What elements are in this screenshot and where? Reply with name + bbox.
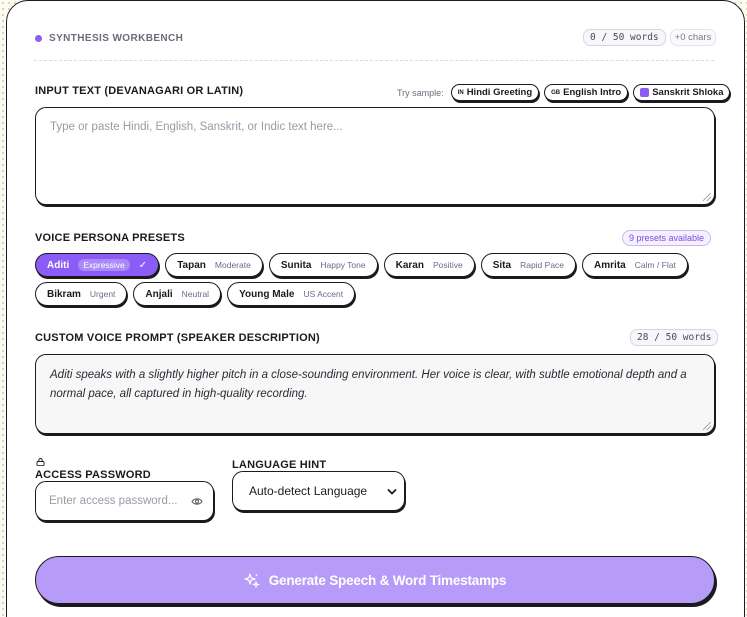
- preset-tone: Urgent: [89, 289, 116, 299]
- preset-name: Tapan: [177, 259, 206, 271]
- preset-tone: Happy Tone: [320, 260, 366, 270]
- preset-name: Young Male: [239, 288, 295, 300]
- generate-label: Generate Speech & Word Timestamps: [268, 572, 507, 588]
- sample-sanskrit-shloka-button[interactable]: Sanskrit Shloka: [633, 84, 731, 101]
- workbench-card: SYNTHESIS WORKBENCH 0 / 50 words +0 char…: [6, 0, 745, 617]
- preset-chip-bikram[interactable]: Bikram Urgent: [35, 282, 128, 306]
- preset-tone: Neutral: [181, 289, 210, 299]
- sample-hindi-greeting-button[interactable]: IN Hindi Greeting: [450, 84, 540, 101]
- preset-name: Anjali: [145, 288, 173, 300]
- preset-chip-tapan[interactable]: Tapan Moderate: [165, 253, 263, 277]
- password-input[interactable]: [49, 495, 179, 507]
- preset-name: Sunita: [280, 259, 312, 271]
- preset-name: Karan: [395, 259, 424, 271]
- resize-handle-icon[interactable]: [703, 193, 711, 201]
- sample-english-intro-button[interactable]: GB English Intro: [544, 84, 629, 101]
- password-label: ACCESS PASSWORD: [35, 469, 151, 481]
- preset-chip-aditi[interactable]: Aditi Expressive ✓: [35, 253, 160, 277]
- preset-chip-anjali[interactable]: Anjali Neutral: [133, 282, 222, 306]
- preset-tone: US Accent: [303, 289, 344, 299]
- char-count-badge: +0 chars: [669, 29, 717, 46]
- header-counter: 0 / 50 words +0 chars: [583, 29, 717, 46]
- sample-label: Sanskrit Shloka: [652, 87, 724, 98]
- preset-name: Bikram: [47, 288, 81, 300]
- square-icon: [640, 88, 650, 97]
- preset-chip-amrita[interactable]: Amrita Calm / Flat: [582, 253, 688, 277]
- voice-prompt-textarea[interactable]: Aditi speaks with a slightly higher pitc…: [35, 354, 715, 434]
- voice-prompt-value: Aditi speaks with a slightly higher pitc…: [50, 369, 687, 400]
- presets-label: VOICE PERSONA PRESETS: [35, 232, 185, 244]
- input-label: INPUT TEXT (DEVANAGARI OR LATIN): [35, 85, 244, 97]
- preset-name: Aditi: [47, 259, 70, 271]
- india-flag-icon: IN: [457, 89, 464, 96]
- brand-title: SYNTHESIS WORKBENCH: [49, 33, 184, 44]
- preset-tone: Rapid Pace: [520, 260, 565, 270]
- presets-count-badge: 9 presets available: [622, 230, 712, 246]
- preset-list: Aditi Expressive ✓ Tapan Moderate Sunita…: [35, 253, 725, 306]
- status-dot-icon: [35, 35, 42, 42]
- sample-picker: Try sample: IN Hindi Greeting GB English…: [397, 84, 731, 101]
- preset-chip-sunita[interactable]: Sunita Happy Tone: [268, 253, 378, 277]
- prompt-label: CUSTOM VOICE PROMPT (SPEAKER DESCRIPTION…: [35, 332, 320, 344]
- preset-chip-sita[interactable]: Sita Rapid Pace: [480, 253, 577, 277]
- sparkle-icon: [244, 573, 260, 588]
- eye-icon[interactable]: [191, 497, 203, 506]
- resize-handle-icon[interactable]: [703, 422, 711, 430]
- preset-name: Amrita: [594, 259, 626, 271]
- language-select[interactable]: Auto-detect Language: [232, 471, 405, 511]
- password-field[interactable]: [35, 481, 214, 521]
- preset-tone: Calm / Flat: [634, 260, 676, 270]
- try-sample-label: Try sample:: [397, 87, 444, 98]
- lock-icon: [36, 458, 45, 466]
- input-placeholder: Type or paste Hindi, English, Sanskrit, …: [50, 121, 343, 133]
- preset-tone: Moderate: [214, 260, 251, 270]
- sample-label: English Intro: [563, 87, 622, 98]
- check-icon: ✓: [138, 259, 148, 271]
- generate-button[interactable]: Generate Speech & Word Timestamps: [35, 556, 715, 604]
- word-count-badge: 0 / 50 words: [583, 29, 666, 46]
- chevron-down-icon: [387, 488, 397, 495]
- preset-name: Sita: [492, 259, 512, 271]
- preset-tone: Expressive: [78, 259, 130, 271]
- language-selected-value: Auto-detect Language: [249, 484, 368, 498]
- preset-chip-karan[interactable]: Karan Positive: [383, 253, 475, 277]
- language-label: LANGUAGE HINT: [232, 459, 327, 471]
- brand: SYNTHESIS WORKBENCH: [35, 33, 183, 44]
- preset-tone: Positive: [432, 260, 463, 270]
- preset-chip-young-male[interactable]: Young Male US Accent: [227, 282, 356, 306]
- prompt-word-count-badge: 28 / 50 words: [630, 329, 719, 346]
- sample-label: Hindi Greeting: [466, 87, 533, 98]
- input-text-area[interactable]: Type or paste Hindi, English, Sanskrit, …: [35, 107, 715, 205]
- uk-flag-icon: GB: [551, 89, 561, 96]
